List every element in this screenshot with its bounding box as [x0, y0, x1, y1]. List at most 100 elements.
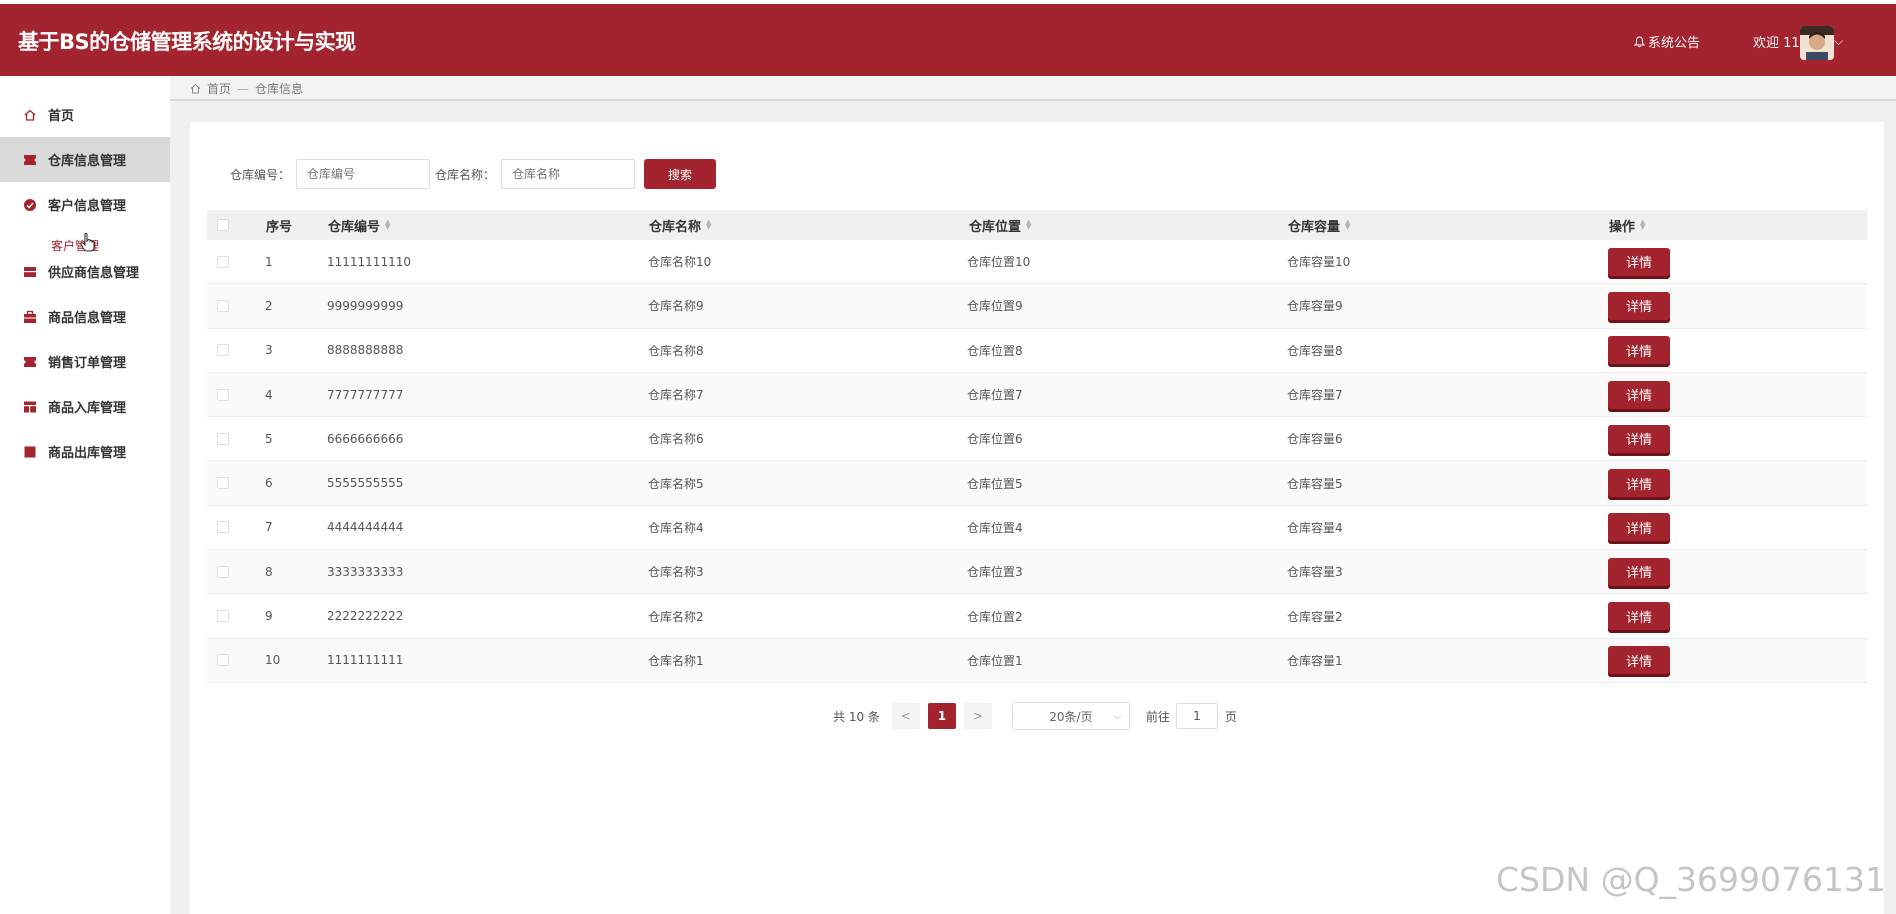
warehouse-name-input[interactable]: [501, 159, 636, 189]
cell-name: 仓库名称3: [648, 565, 704, 580]
sidebar-item-label: 销售订单管理: [48, 356, 127, 371]
warehouse-table: 序号 仓库编号 ▲ ▼ 仓库名称 ▲ ▼ 仓库位置 ▲ ▼ 仓库容量 ▲ ▼ 操作 ▲ ▼ 1 111…: [207, 210, 1867, 683]
column-header-name[interactable]: 仓库名称 ▲ ▼: [649, 210, 711, 240]
cell-name: 仓库名称2: [648, 609, 704, 624]
cell-index: 6: [265, 476, 273, 491]
detail-button[interactable]: 详情: [1608, 646, 1670, 675]
cell-name: 仓库名称6: [648, 432, 704, 447]
sidebar-item-label: 首页: [48, 109, 75, 124]
cell-location: 仓库位置8: [967, 343, 1023, 358]
detail-button[interactable]: 详情: [1608, 602, 1670, 631]
breadcrumb-home[interactable]: 首页: [207, 80, 231, 97]
table-row: 2 9999999999 仓库名称9 仓库位置9 仓库容量9 详情: [207, 284, 1867, 329]
column-header-capacity[interactable]: 仓库容量 ▲ ▼: [1288, 210, 1350, 240]
detail-button[interactable]: 详情: [1608, 557, 1670, 586]
search-button[interactable]: 搜索: [644, 159, 717, 189]
row-checkbox[interactable]: [217, 388, 229, 401]
row-checkbox[interactable]: [217, 432, 229, 445]
row-checkbox[interactable]: [217, 610, 229, 623]
system-notice-link[interactable]: 系统公告: [1634, 32, 1700, 51]
cell-capacity: 仓库容量6: [1287, 432, 1343, 447]
cell-index: 7: [265, 520, 273, 535]
cell-index: 2: [265, 298, 273, 313]
next-page-button[interactable]: >: [963, 703, 992, 729]
cell-code: 2222222222: [327, 609, 404, 624]
customer-icon: [22, 197, 38, 213]
cell-name: 仓库名称10: [648, 255, 712, 270]
table-row: 3 8888888888 仓库名称8 仓库位置8 仓库容量8 详情: [207, 329, 1867, 373]
cell-index: 3: [265, 343, 273, 358]
cell-location: 仓库位置7: [967, 388, 1023, 403]
stock-out-icon: [22, 444, 38, 460]
sort-icon[interactable]: ▲ ▼: [385, 219, 390, 231]
supplier-icon: [22, 264, 38, 280]
sort-icon[interactable]: ▲ ▼: [1640, 219, 1645, 231]
row-checkbox[interactable]: [217, 654, 229, 667]
cell-code: 7777777777: [327, 387, 404, 402]
sidebar-item-customer[interactable]: 客户信息管理: [0, 182, 170, 227]
column-header-location[interactable]: 仓库位置 ▲ ▼: [969, 210, 1031, 240]
cell-location: 仓库位置3: [967, 565, 1023, 580]
sidebar-item-warehouse[interactable]: 仓库信息管理: [0, 137, 170, 182]
page-size-select[interactable]: 20条/页 ⌵: [1011, 702, 1130, 730]
sort-icon[interactable]: ▲ ▼: [1345, 219, 1350, 231]
cell-code: 6666666666: [327, 431, 404, 446]
goto-page-input[interactable]: [1175, 703, 1218, 729]
sidebar-item-goods[interactable]: 商品信息管理: [0, 294, 170, 339]
sidebar-item-sales-order[interactable]: 销售订单管理: [0, 339, 170, 384]
prev-page-button[interactable]: <: [891, 703, 920, 729]
cell-location: 仓库位置4: [967, 520, 1023, 535]
select-all-checkbox[interactable]: [217, 219, 229, 231]
warehouse-code-input[interactable]: [296, 159, 431, 189]
table-row: 10 1111111111 仓库名称1 仓库位置1 仓库容量1 详情: [207, 638, 1867, 683]
sidebar-item-home[interactable]: 首页: [0, 92, 170, 137]
row-checkbox[interactable]: [217, 521, 229, 534]
cell-code: 5555555555: [327, 476, 404, 491]
column-header-code[interactable]: 仓库编号 ▲ ▼: [328, 210, 390, 240]
sidebar-item-label: 仓库信息管理: [48, 154, 127, 169]
sort-icon[interactable]: ▲ ▼: [706, 219, 711, 231]
detail-button[interactable]: 详情: [1608, 513, 1670, 542]
current-page-button[interactable]: 1: [927, 703, 956, 729]
cell-code: 4444444444: [327, 520, 404, 535]
cell-name: 仓库名称9: [648, 299, 704, 314]
cell-name: 仓库名称8: [648, 343, 704, 358]
sidebar-item-stock-in[interactable]: 商品入库管理: [0, 384, 170, 429]
column-header-action[interactable]: 操作 ▲ ▼: [1609, 210, 1645, 240]
page-unit-label: 页: [1224, 709, 1237, 724]
detail-button[interactable]: 详情: [1608, 247, 1670, 276]
chevron-down-icon[interactable]: ⌵: [1834, 34, 1843, 49]
cell-capacity: 仓库容量8: [1287, 343, 1343, 358]
cell-index: 1: [265, 254, 273, 269]
sidebar-item-label: 商品出库管理: [48, 446, 127, 461]
sort-icon[interactable]: ▲ ▼: [1026, 219, 1031, 231]
detail-button[interactable]: 详情: [1608, 291, 1670, 320]
row-checkbox[interactable]: [217, 565, 229, 578]
cell-capacity: 仓库容量3: [1287, 565, 1343, 580]
cell-capacity: 仓库容量10: [1287, 255, 1351, 270]
detail-button[interactable]: 详情: [1608, 380, 1670, 409]
row-checkbox[interactable]: [217, 477, 229, 490]
row-checkbox[interactable]: [217, 299, 229, 312]
warehouse-code-label: 仓库编号：: [230, 167, 291, 182]
detail-button[interactable]: 详情: [1608, 424, 1670, 453]
breadcrumb-current: 仓库信息: [255, 82, 304, 96]
goto-label: 前往: [1145, 709, 1170, 724]
cell-location: 仓库位置5: [967, 476, 1023, 491]
column-header-index: 序号: [266, 219, 293, 235]
sidebar-item-supplier[interactable]: 供应商信息管理: [0, 249, 170, 294]
detail-button[interactable]: 详情: [1608, 336, 1670, 365]
table-row: 6 5555555555 仓库名称5 仓库位置5 仓库容量5 详情: [207, 461, 1867, 506]
row-checkbox[interactable]: [217, 255, 229, 268]
user-avatar[interactable]: [1800, 26, 1834, 60]
detail-button[interactable]: 详情: [1608, 469, 1670, 498]
cell-index: 5: [265, 431, 273, 446]
cell-capacity: 仓库容量7: [1287, 388, 1343, 403]
sidebar-item-stock-out[interactable]: 商品出库管理: [0, 429, 170, 474]
sidebar-item-label: 商品入库管理: [48, 401, 127, 416]
breadcrumb-separator: —: [237, 81, 250, 96]
cell-index: 10: [265, 653, 281, 668]
cell-name: 仓库名称4: [648, 520, 704, 535]
row-checkbox[interactable]: [217, 344, 229, 357]
cell-code: 9999999999: [327, 298, 404, 313]
